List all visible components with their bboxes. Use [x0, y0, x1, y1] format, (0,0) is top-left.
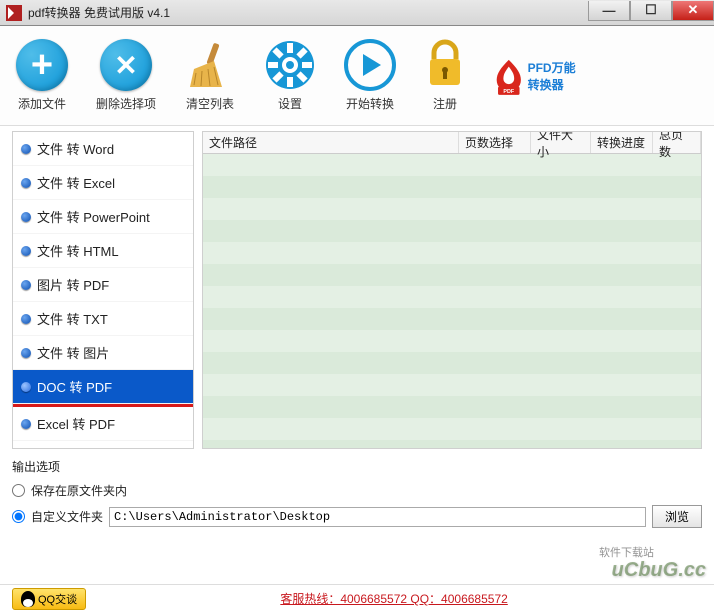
browse-button[interactable]: 浏览 — [652, 505, 702, 528]
clear-list-button[interactable]: 清空列表 — [184, 39, 236, 112]
table-header: 文件路径 页数选择 文件大小 转换进度 总页数 — [203, 132, 701, 154]
settings-label: 设置 — [278, 95, 302, 112]
sidebar-item-label: DOC 转 PDF — [37, 377, 112, 396]
toolbar: 添加文件 删除选择项 清空列表 设置 开始转换 — [0, 26, 714, 126]
lock-icon — [424, 39, 466, 91]
output-path-field[interactable] — [109, 507, 646, 527]
radio-save-original[interactable] — [12, 484, 25, 497]
sidebar-item-label: 文件 转 Excel — [37, 173, 115, 192]
sidebar-item-label: 文件 转 Word — [37, 139, 114, 158]
minimize-button[interactable]: — — [588, 1, 630, 21]
sidebar-item-label: 文件 转 TXT — [37, 309, 108, 328]
logo-text: PFD万能转换器 — [528, 59, 584, 93]
qq-chat-button[interactable]: QQ交谈 — [12, 588, 86, 610]
sidebar-item-label: Excel 转 PDF — [37, 414, 115, 433]
output-options: 输出选项 保存在原文件夹内 自定义文件夹 浏览 — [12, 458, 702, 531]
delete-label: 删除选择项 — [96, 95, 156, 112]
qq-label: QQ交谈 — [38, 591, 77, 607]
sidebar-item-file-to-html[interactable]: 文件 转 HTML — [13, 234, 193, 268]
radio-custom-folder[interactable] — [12, 510, 25, 523]
sidebar-item-label: 文件 转 HTML — [37, 241, 119, 260]
save-original-label[interactable]: 保存在原文件夹内 — [31, 482, 127, 499]
hotline-text[interactable]: 客服热线：4006685572 QQ：4006685572 — [86, 590, 702, 607]
header-progress[interactable]: 转换进度 — [591, 132, 653, 153]
plus-icon — [16, 39, 68, 91]
settings-button[interactable]: 设置 — [264, 39, 316, 112]
bullet-icon — [21, 348, 31, 358]
sidebar-item-powerpoint-to-pdf[interactable]: PowerPoint 转 PDF — [13, 441, 193, 449]
header-size[interactable]: 文件大小 — [531, 132, 591, 153]
bullet-icon — [21, 144, 31, 154]
header-total[interactable]: 总页数 — [653, 132, 701, 153]
close-button[interactable]: ✕ — [672, 1, 714, 21]
sidebar-item-file-to-image[interactable]: 文件 转 图片 — [13, 336, 193, 370]
sidebar-item-label: PowerPoint 转 PDF — [37, 448, 150, 449]
register-label: 注册 — [433, 95, 457, 112]
watermark: uCbuG.cc — [612, 559, 706, 582]
bullet-icon — [21, 212, 31, 222]
delete-selected-button[interactable]: 删除选择项 — [96, 39, 156, 112]
footer: QQ交谈 客服热线：4006685572 QQ：4006685572 — [0, 584, 714, 612]
bullet-icon — [21, 246, 31, 256]
add-file-label: 添加文件 — [18, 95, 66, 112]
broom-icon — [184, 39, 236, 91]
gear-icon — [264, 39, 316, 91]
sidebar: 文件 转 Word 文件 转 Excel 文件 转 PowerPoint 文件 … — [12, 131, 194, 449]
header-pages[interactable]: 页数选择 — [459, 132, 531, 153]
sidebar-item-label: 图片 转 PDF — [37, 275, 109, 294]
output-legend: 输出选项 — [12, 458, 702, 475]
sidebar-item-file-to-txt[interactable]: 文件 转 TXT — [13, 302, 193, 336]
sidebar-item-label: 文件 转 图片 — [37, 343, 109, 362]
table-body[interactable] — [203, 154, 701, 448]
sidebar-item-file-to-excel[interactable]: 文件 转 Excel — [13, 166, 193, 200]
bullet-icon — [21, 280, 31, 290]
custom-folder-label[interactable]: 自定义文件夹 — [31, 508, 103, 525]
sidebar-item-doc-to-pdf[interactable]: DOC 转 PDF — [13, 370, 193, 404]
pdf-icon: PDF — [494, 48, 524, 104]
bullet-icon — [21, 419, 31, 429]
app-logo: PDF PFD万能转换器 — [494, 44, 584, 108]
play-icon — [344, 39, 396, 91]
bullet-icon — [21, 314, 31, 324]
maximize-button[interactable]: ☐ — [630, 1, 672, 21]
sidebar-item-label: 文件 转 PowerPoint — [37, 207, 150, 226]
sidebar-item-file-to-powerpoint[interactable]: 文件 转 PowerPoint — [13, 200, 193, 234]
bullet-icon — [21, 382, 31, 392]
file-list-panel: 文件路径 页数选择 文件大小 转换进度 总页数 — [202, 131, 702, 449]
qq-penguin-icon — [21, 591, 35, 607]
app-icon — [6, 5, 22, 21]
add-file-button[interactable]: 添加文件 — [16, 39, 68, 112]
clear-label: 清空列表 — [186, 95, 234, 112]
watermark-sub: 软件下载站 — [599, 544, 654, 560]
sidebar-item-image-to-pdf[interactable]: 图片 转 PDF — [13, 268, 193, 302]
sidebar-item-file-to-word[interactable]: 文件 转 Word — [13, 132, 193, 166]
cross-icon — [100, 39, 152, 91]
titlebar: pdf转换器 免费试用版 v4.1 — ☐ ✕ — [0, 0, 714, 26]
start-label: 开始转换 — [346, 95, 394, 112]
window-title: pdf转换器 免费试用版 v4.1 — [28, 4, 588, 21]
register-button[interactable]: 注册 — [424, 39, 466, 112]
svg-text:PDF: PDF — [503, 88, 514, 94]
start-convert-button[interactable]: 开始转换 — [344, 39, 396, 112]
bullet-icon — [21, 178, 31, 188]
sidebar-item-excel-to-pdf[interactable]: Excel 转 PDF — [13, 407, 193, 441]
header-path[interactable]: 文件路径 — [203, 132, 459, 153]
